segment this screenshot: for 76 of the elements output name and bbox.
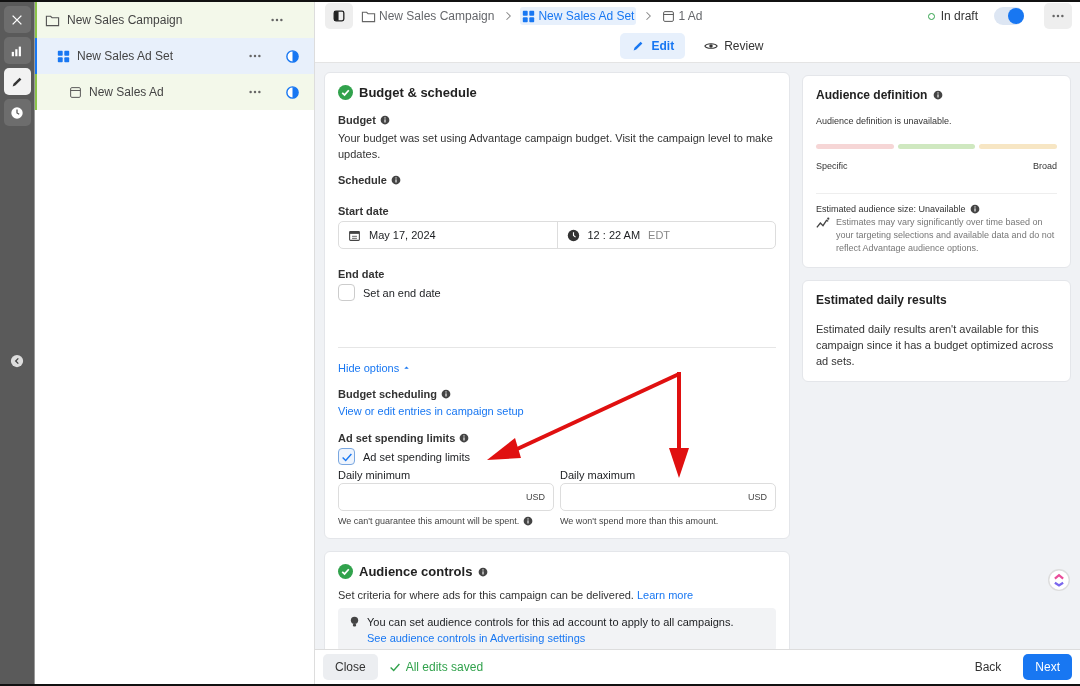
back-button[interactable]: Back [962,654,1014,680]
info-icon [478,566,489,577]
status-label: In draft [940,9,978,23]
scale-label: Specific [816,161,848,171]
info-icon [390,175,401,185]
breadcrumb-link[interactable]: New Sales Ad Set [520,7,637,25]
caret-up-icon [402,363,412,372]
learn-more-link[interactable]: Learn more [637,589,694,601]
field-label: Budget [338,114,376,126]
tree-item[interactable]: New Sales Campaign [35,2,314,38]
amount-field[interactable]: USD [338,483,554,511]
lightbulb-icon [348,615,361,628]
grid-icon [57,49,70,63]
tab[interactable]: Edit [620,33,686,59]
card-title: Audience definition [816,88,928,102]
save-status: All edits saved [405,660,484,674]
scale-label: Broad [1032,161,1057,171]
info-icon [379,115,390,125]
amount-field[interactable]: USD [560,483,776,511]
half-circle-icon [285,84,300,100]
budget-description: Your budget was set using Advantage campaign budget. Visit the campaign level to make updates. [338,131,774,162]
card-title: Estimated daily results [816,293,947,307]
tip-text: You can set audience controls for this ad account to apply to all campaigns. [367,615,734,628]
window-icon [69,85,82,99]
checkbox[interactable] [338,284,355,301]
edit-rail-button[interactable] [3,68,31,95]
checkbox-label: Set an end date [363,286,441,299]
field-label: Daily minimum [338,469,412,481]
advertising-settings-link[interactable]: See audience controls in Advertising settings [367,632,586,644]
card-title: Budget & schedule [359,85,477,100]
close-rail-button[interactable] [3,6,31,33]
grid-icon [522,9,536,23]
field-label: Schedule [338,174,387,186]
field-label: End date [338,268,385,280]
chevron-left-icon [10,354,24,368]
history-rail-button[interactable] [3,99,31,126]
window-icon [662,9,676,23]
app-logo-button[interactable] [1048,569,1070,594]
clock-icon [10,105,24,120]
field-label: Ad set spending limits [338,432,456,444]
toggle-switch[interactable] [994,7,1024,25]
breadcrumb-link[interactable]: New Sales Campaign [359,6,497,26]
half-circle-icon [285,48,300,64]
app-logo-icon [1048,569,1070,591]
close-button[interactable]: Close [323,654,378,680]
tab[interactable]: Review [693,33,775,59]
audience-status: Audience definition is unavailable. [816,116,953,126]
field-hint: We won't spend more than this amount. [560,516,719,526]
trend-line-icon [816,216,830,230]
check-circle-icon [338,85,353,100]
info-icon [441,389,451,399]
sidebar-toggle-button[interactable] [325,3,353,29]
checkbox-label: Ad set spending limits [363,450,470,463]
tree-item[interactable]: New Sales Ad Set [35,38,314,74]
audience-size: Estimated audience size: Unavailable [816,204,966,214]
campaign-setup-link[interactable]: View or edit entries in campaign setup [338,405,524,417]
info-icon [933,90,944,100]
card-title: Audience controls [359,564,473,579]
check-circle-icon [338,564,353,579]
field-label: Daily maximum [560,469,637,481]
field-label: Budget scheduling [338,388,437,400]
chart-rail-button[interactable] [3,37,31,64]
sidebar-icon [332,9,346,23]
next-button[interactable]: Next [1023,654,1072,680]
info-icon [459,433,470,443]
hide-options-link[interactable]: Hide options [338,362,412,374]
field-hint: We can't guarantee this amount will be spent. [338,516,520,526]
info-icon [969,204,980,214]
info-icon [523,516,534,526]
tree-item[interactable]: New Sales Ad [35,74,314,110]
breadcrumb-link[interactable]: 1 Ad [660,7,705,25]
audience-controls-description: Set criteria for where ads for this campaign can be delivered. Learn more [338,588,695,603]
checkbox[interactable] [338,448,355,465]
daily-results-text: Estimated daily results aren't available for this campaign since it has a budget optimized across ad sets. [816,322,1055,369]
field-label: Start date [338,205,389,217]
estimate-note: Estimates may vary significantly over time based on your targeting selections and available data and do not reflect Advantage audience options. [836,216,1056,255]
